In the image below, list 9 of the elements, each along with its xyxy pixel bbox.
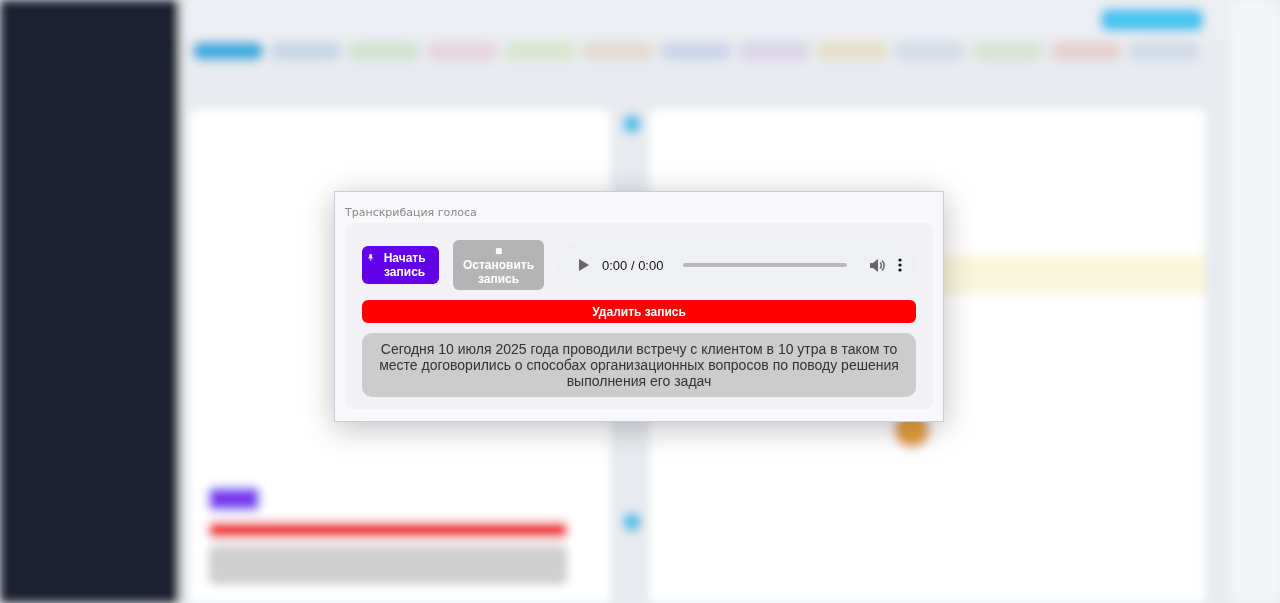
play-icon[interactable] xyxy=(578,258,590,272)
more-options-icon[interactable] xyxy=(898,258,902,272)
delete-recording-button[interactable]: Удалить запись xyxy=(362,300,916,323)
time-display: 0:00 / 0:00 xyxy=(602,257,664,273)
transcript-text: Сегодня 10 июля 2025 года проводили встречу с клиентом в 10 утра в таком то месте договорились о способах организационных вопросов по поводу решения выполнения его задач xyxy=(362,333,916,397)
volume-icon[interactable] xyxy=(869,257,886,273)
start-recording-button[interactable]: Начать запись xyxy=(362,246,439,284)
microphone-icon xyxy=(368,252,374,263)
dialog-title: Транскрибация голоса xyxy=(345,206,478,219)
